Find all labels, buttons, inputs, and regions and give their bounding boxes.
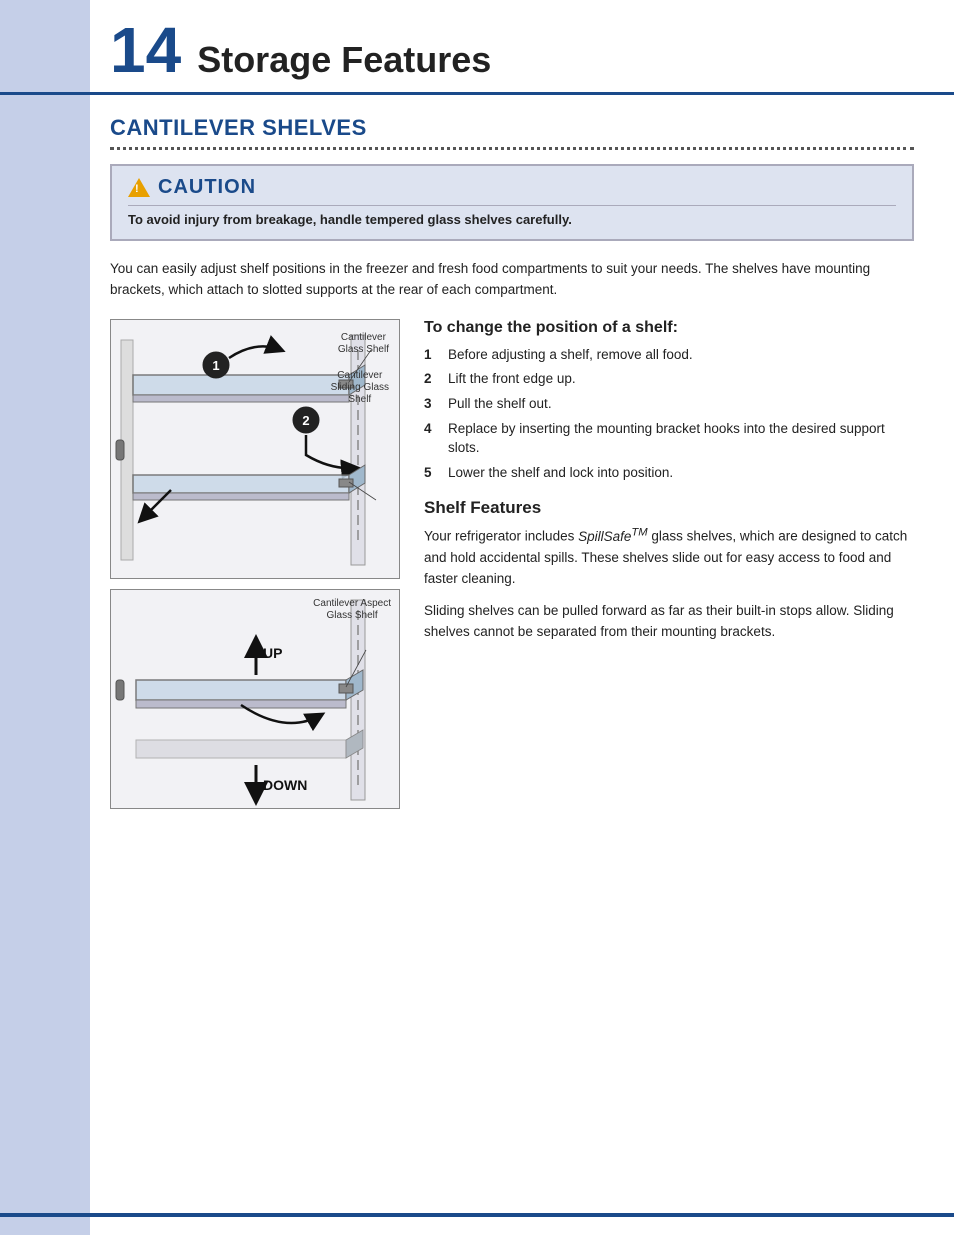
caution-triangle-icon <box>128 178 150 197</box>
step-number: 2 <box>424 369 438 389</box>
step-text: Lower the shelf and lock into position. <box>448 463 673 483</box>
step-text: Before adjusting a shelf, remove all foo… <box>448 345 693 365</box>
shelf-features-heading: Shelf Features <box>424 498 914 518</box>
svg-text:2: 2 <box>302 413 309 428</box>
chapter-heading: 14 Storage Features <box>110 18 924 82</box>
caution-text: To avoid injury from breakage, handle te… <box>128 212 896 227</box>
change-position-heading: To change the position of a shelf: <box>424 319 914 337</box>
page-header: 14 Storage Features <box>0 0 954 95</box>
diagram-column: 1 2 <box>110 319 400 819</box>
svg-text:DOWN: DOWN <box>263 777 307 793</box>
shelf-para1: Your refrigerator includes SpillSafeTM g… <box>424 524 914 589</box>
upper-shelf-label: Cantilever Glass Shelf <box>338 332 389 356</box>
intro-paragraph: You can easily adjust shelf positions in… <box>110 259 914 301</box>
svg-text:1: 1 <box>212 358 219 373</box>
svg-text:UP: UP <box>263 645 282 661</box>
spillsafe-brand: SpillSafeTM <box>578 529 648 544</box>
list-item: 3 Pull the shelf out. <box>424 394 914 414</box>
step-text: Pull the shelf out. <box>448 394 552 414</box>
list-item: 4 Replace by inserting the mounting brack… <box>424 419 914 458</box>
caution-label: CAUTION <box>158 176 256 199</box>
caution-box: CAUTION To avoid injury from breakage, h… <box>110 164 914 241</box>
upper-shelf-svg: 1 2 <box>111 320 400 579</box>
step-number: 3 <box>424 394 438 414</box>
section-title: CANTILEVER SHELVES <box>110 115 914 141</box>
list-item: 1 Before adjusting a shelf, remove all fo… <box>424 345 914 365</box>
step-number: 5 <box>424 463 438 483</box>
chapter-title: Storage Features <box>197 40 491 80</box>
steps-list: 1 Before adjusting a shelf, remove all fo… <box>424 345 914 482</box>
caution-line <box>128 205 896 206</box>
shelf-para2: Sliding shelves can be pulled forward as… <box>424 601 914 643</box>
step-text: Lift the front edge up. <box>448 369 576 389</box>
main-content: CANTILEVER SHELVES CAUTION To avoid inju… <box>0 95 954 859</box>
section-divider <box>110 147 914 150</box>
step-number: 1 <box>424 345 438 365</box>
caution-header: CAUTION <box>128 176 896 199</box>
chapter-number: 14 <box>110 18 181 82</box>
sliding-shelf-label: Cantilever Sliding Glass Shelf <box>331 370 389 406</box>
two-column-layout: 1 2 <box>110 319 914 819</box>
list-item: 5 Lower the shelf and lock into position. <box>424 463 914 483</box>
text-column: To change the position of a shelf: 1 Befo… <box>424 319 914 661</box>
diagram-lower: UP DOWN <box>110 589 400 809</box>
step-text: Replace by inserting the mounting bracke… <box>448 419 914 458</box>
diagram-upper: 1 2 <box>110 319 400 579</box>
step-number: 4 <box>424 419 438 458</box>
aspect-shelf-label: Cantilever Aspect Glass Shelf <box>313 598 391 622</box>
list-item: 2 Lift the front edge up. <box>424 369 914 389</box>
lower-shelf-svg: UP DOWN <box>111 590 400 809</box>
bottom-line <box>0 1213 954 1217</box>
